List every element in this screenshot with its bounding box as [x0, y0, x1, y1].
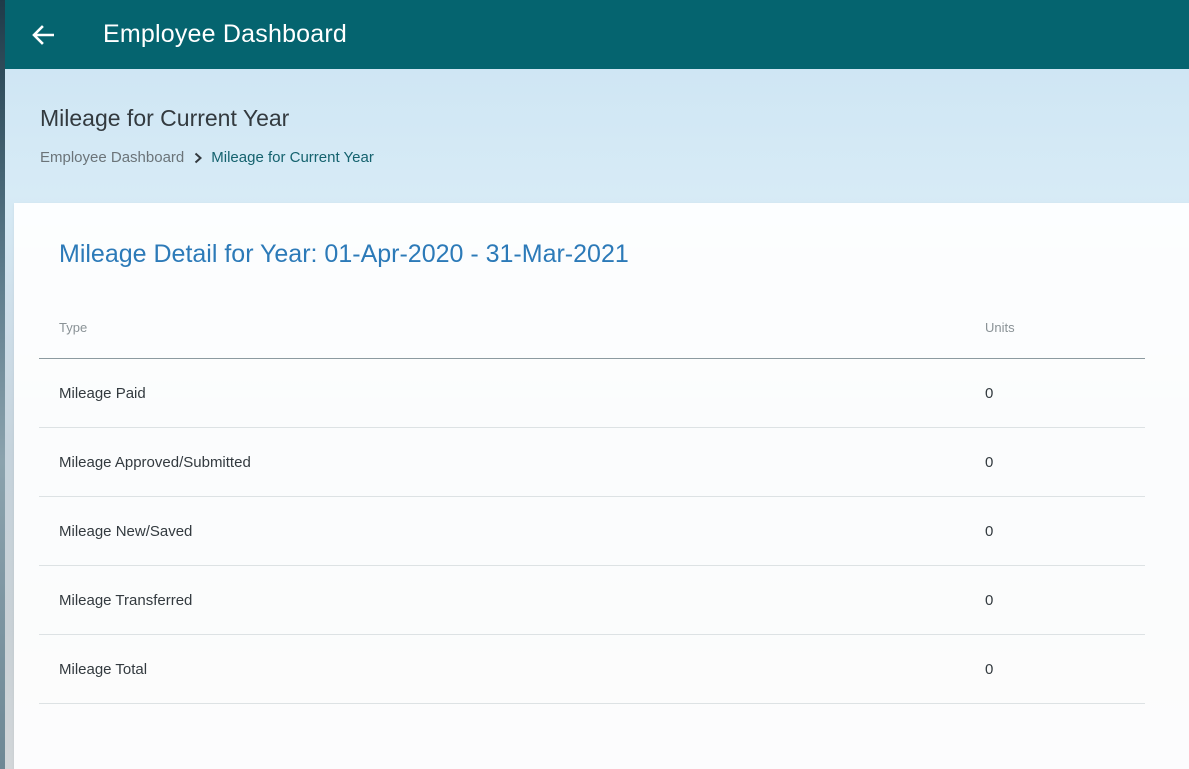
- row-type: Mileage Paid: [59, 384, 146, 402]
- page-title: Mileage for Current Year: [40, 105, 290, 131]
- row-type: Mileage New/Saved: [59, 522, 193, 540]
- breadcrumb-link-employee-dashboard[interactable]: Employee Dashboard: [40, 149, 184, 166]
- row-type: Mileage Total: [59, 660, 148, 678]
- column-header-type: Type: [59, 320, 88, 335]
- table-row: Mileage Approved/Submitted 0: [39, 428, 1145, 497]
- table-row: Mileage Transferred 0: [39, 566, 1145, 635]
- mileage-card: Mileage Detail for Year: 01-Apr-2020 - 3…: [14, 203, 1189, 769]
- table-row: Mileage Total 0: [39, 635, 1145, 704]
- row-units: 0: [985, 384, 994, 402]
- row-type: Mileage Transferred: [59, 591, 193, 609]
- row-units: 0: [985, 591, 994, 609]
- breadcrumb-current: Mileage for Current Year: [211, 149, 374, 166]
- header-area: Mileage for Current Year Employee Dashbo…: [5, 69, 1189, 769]
- app-bar: Employee Dashboard: [5, 0, 1189, 69]
- row-units: 0: [985, 453, 994, 471]
- table-row: Mileage New/Saved 0: [39, 497, 1145, 566]
- chevron-right-icon: [193, 152, 203, 164]
- mileage-table: Type Units Mileage Paid 0 Mileage Approv…: [39, 297, 1145, 704]
- row-type: Mileage Approved/Submitted: [59, 453, 251, 471]
- table-header: Type Units: [39, 297, 1145, 359]
- app-title: Employee Dashboard: [103, 20, 348, 48]
- card-title: Mileage Detail for Year: 01-Apr-2020 - 3…: [59, 240, 629, 268]
- arrow-left-icon: [32, 24, 54, 45]
- back-button[interactable]: [23, 15, 63, 55]
- breadcrumb: Employee Dashboard Mileage for Current Y…: [40, 149, 374, 166]
- page: Employee Dashboard Mileage for Current Y…: [0, 0, 1189, 769]
- table-row: Mileage Paid 0: [39, 359, 1145, 428]
- column-header-units: Units: [985, 320, 1015, 335]
- row-units: 0: [985, 660, 994, 678]
- row-units: 0: [985, 522, 994, 540]
